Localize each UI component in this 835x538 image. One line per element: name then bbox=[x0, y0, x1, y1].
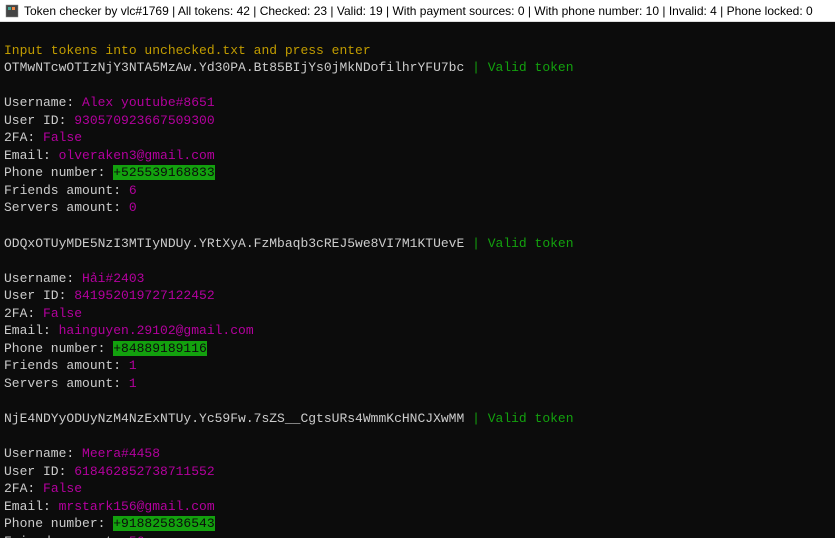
detail-row: 2FA: False bbox=[4, 130, 82, 145]
detail-row: Username: Hải#2403 bbox=[4, 271, 144, 286]
window-title: Token checker by vlc#1769 | All tokens: … bbox=[24, 4, 813, 18]
detail-row: Phone number: +918825836543 bbox=[4, 516, 215, 531]
status-valid: Valid token bbox=[488, 411, 574, 426]
detail-row: User ID: 841952019727122452 bbox=[4, 288, 215, 303]
detail-row: Email: hainguyen.29102@gmail.com bbox=[4, 323, 254, 338]
intro-text: Input tokens into unchecked.txt and pres… bbox=[4, 43, 371, 58]
status-valid: Valid token bbox=[488, 236, 574, 251]
detail-row: Email: mrstark156@gmail.com bbox=[4, 499, 215, 514]
phone-highlight: +84889189116 bbox=[113, 341, 207, 356]
token-line: OTMwNTcwOTIzNjY3NTA5MzAw.Yd30PA.Bt85BIjY… bbox=[4, 60, 574, 75]
window-titlebar: Token checker by vlc#1769 | All tokens: … bbox=[0, 0, 835, 22]
status-valid: Valid token bbox=[488, 60, 574, 75]
detail-row: Servers amount: 0 bbox=[4, 200, 137, 215]
detail-row: Username: Alex youtube#8651 bbox=[4, 95, 215, 110]
token-line: ODQxOTUyMDE5NzI3MTIyNDUy.YRtXyA.FzMbaqb3… bbox=[4, 236, 574, 251]
detail-row: Username: Meera#4458 bbox=[4, 446, 160, 461]
terminal-output: Input tokens into unchecked.txt and pres… bbox=[0, 22, 835, 538]
detail-row: 2FA: False bbox=[4, 481, 82, 496]
app-icon bbox=[4, 3, 20, 19]
detail-row: User ID: 618462852738711552 bbox=[4, 464, 215, 479]
detail-row: Servers amount: 1 bbox=[4, 376, 137, 391]
detail-row: Friends amount: 6 bbox=[4, 183, 137, 198]
detail-row: 2FA: False bbox=[4, 306, 82, 321]
detail-row: Friends amount: 1 bbox=[4, 358, 137, 373]
phone-highlight: +525539168833 bbox=[113, 165, 214, 180]
detail-row: Phone number: +84889189116 bbox=[4, 341, 207, 356]
phone-highlight: +918825836543 bbox=[113, 516, 214, 531]
detail-row: User ID: 930570923667509300 bbox=[4, 113, 215, 128]
detail-row: Phone number: +525539168833 bbox=[4, 165, 215, 180]
detail-row: Email: olveraken3@gmail.com bbox=[4, 148, 215, 163]
token-line: NjE4NDYyODUyNzM4NzExNTUy.Yc59Fw.7sZS__Cg… bbox=[4, 411, 574, 426]
detail-row: Friends amount: 56 bbox=[4, 534, 144, 538]
